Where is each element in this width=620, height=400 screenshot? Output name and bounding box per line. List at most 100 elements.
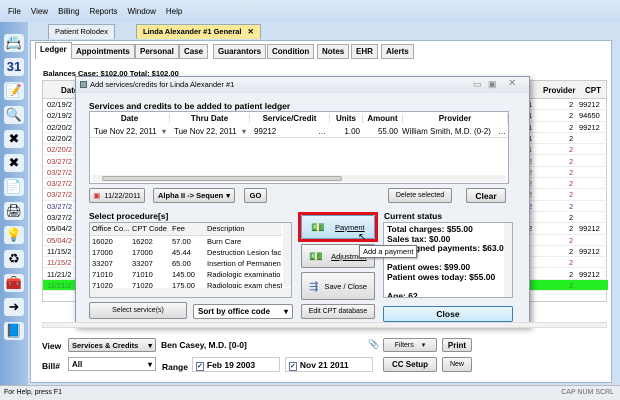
- filters-button[interactable]: Filters ▾: [383, 338, 437, 352]
- current-status-label: Current status: [384, 211, 443, 221]
- service-browse-icon[interactable]: …: [318, 127, 326, 136]
- range-from[interactable]: ✓ Feb 19 2003: [192, 357, 280, 372]
- maximize-icon[interactable]: ▣: [488, 79, 497, 90]
- new-button[interactable]: New: [442, 357, 472, 372]
- sort-select-value: Alpha II -> Sequen: [158, 191, 224, 200]
- close-icon[interactable]: ✕: [508, 78, 516, 89]
- ledger-scrollbar[interactable]: [42, 322, 607, 328]
- lightbulb-icon[interactable]: 💡: [4, 226, 24, 244]
- go-button[interactable]: GO: [244, 188, 267, 203]
- view-value: Services & Credits: [72, 340, 139, 350]
- service-field[interactable]: 99212: [254, 127, 276, 136]
- checkbox-checked[interactable]: ✓: [289, 362, 297, 371]
- proc-cell: 145.00: [172, 269, 195, 279]
- date-picker-button[interactable]: ▣ 11/22/2011: [89, 188, 145, 203]
- cell-provider: 2: [569, 167, 574, 177]
- procedure-row[interactable]: 33207 33207 65.00 Insertion of Permanen: [90, 258, 282, 269]
- tab-case[interactable]: Case: [179, 44, 209, 59]
- print-button[interactable]: Print: [442, 338, 472, 352]
- tab-ledger[interactable]: Ledger: [35, 42, 72, 59]
- save-close-button[interactable]: ⇶ Save / Close: [301, 272, 375, 300]
- proc-cell: 17000: [132, 247, 153, 257]
- proc-cell: 45.44: [172, 247, 191, 257]
- menu-window[interactable]: Window: [127, 7, 155, 16]
- cc-setup-button[interactable]: CC Setup: [383, 357, 437, 372]
- tab-alerts[interactable]: Alerts: [381, 44, 414, 59]
- vertical-scrollbar[interactable]: [283, 223, 291, 287]
- provider-field[interactable]: William Smith, M.D. (0-2): [402, 127, 491, 136]
- doc-tab[interactable]: Linda Alexander #1 General ✕: [136, 24, 261, 39]
- menu-billing[interactable]: Billing: [58, 7, 79, 16]
- range-to[interactable]: ✓ Nov 21 2011: [285, 357, 373, 372]
- tab-condition[interactable]: Condition: [267, 44, 315, 59]
- search-icon[interactable]: 🔍: [4, 106, 24, 124]
- select-procedures-label: Select procedure[s]: [89, 211, 169, 221]
- tab-ehr[interactable]: EHR: [351, 44, 378, 59]
- scroll-thumb[interactable]: [102, 176, 342, 181]
- procedure-row[interactable]: 16020 16202 57.00 Burn Care: [90, 235, 282, 247]
- printer-icon[interactable]: 🖨: [4, 202, 24, 220]
- delete-icon[interactable]: ✖: [4, 130, 24, 148]
- cell-date: 05/04/2: [47, 224, 73, 234]
- close-icon[interactable]: ✕: [248, 27, 254, 36]
- menu-help[interactable]: Help: [166, 7, 182, 16]
- tab-personal[interactable]: Personal: [135, 44, 179, 59]
- bill-select[interactable]: All ▾: [68, 357, 156, 371]
- cell-date: 03/27/2: [47, 201, 73, 211]
- units-field[interactable]: 1.00: [340, 127, 360, 136]
- proc-header: Description: [207, 224, 245, 234]
- save-close-label: Save / Close: [324, 281, 367, 291]
- toolbox-icon[interactable]: 🧰: [4, 274, 24, 292]
- proc-cell: Insertion of Permanen: [207, 258, 281, 268]
- chevron-down-icon: ▾: [148, 340, 152, 350]
- notes-icon[interactable]: 📝: [4, 82, 24, 100]
- doc-tab[interactable]: Patient Rolodex: [48, 24, 115, 39]
- grid-header: Thru Date: [170, 114, 250, 123]
- date-field[interactable]: Tue Nov 22, 2011: [94, 127, 157, 136]
- provider-browse-icon[interactable]: …: [498, 127, 506, 136]
- range-label: Range: [162, 362, 188, 372]
- date-dropdown-icon[interactable]: ▾: [162, 127, 166, 136]
- procedures-list[interactable]: Office Co... CPT Code Fee Description 16020 1…: [89, 222, 292, 298]
- menu-reports[interactable]: Reports: [89, 7, 117, 16]
- document-icon[interactable]: 📄: [4, 178, 24, 196]
- proc-cell: 71010: [92, 269, 113, 279]
- tab-appointments[interactable]: Appointments: [71, 44, 135, 59]
- contacts-icon[interactable]: 📇: [4, 34, 24, 52]
- menu-view[interactable]: View: [31, 7, 48, 16]
- thru-dropdown-icon[interactable]: ▾: [242, 127, 246, 136]
- tab-guarantors[interactable]: Guarantors: [213, 44, 267, 59]
- proc-cell: 71010: [132, 269, 153, 279]
- thru-date-field[interactable]: Tue Nov 22, 2011: [174, 127, 237, 136]
- services-row[interactable]: Tue Nov 22, 2011 ▾ Tue Nov 22, 2011 ▾ 99…: [90, 125, 508, 138]
- sort-select[interactable]: Alpha II -> Sequen ▾: [153, 188, 235, 203]
- status-line: Age: 62: [387, 290, 418, 298]
- amount-field[interactable]: 55.00: [368, 127, 398, 136]
- tab-notes[interactable]: Notes: [317, 44, 350, 59]
- header-cpt: CPT: [585, 86, 601, 95]
- procedure-row[interactable]: 17000 17000 45.44 Destruction Lesion fac: [90, 247, 282, 258]
- delete-window-icon[interactable]: ✖: [4, 154, 24, 172]
- status-bar: For Help, press F1 CAP NUM SCRL: [0, 385, 620, 400]
- view-select[interactable]: Services & Credits ▾: [68, 338, 156, 352]
- select-services-button[interactable]: Select service(s): [89, 302, 187, 319]
- horizontal-scrollbar[interactable]: [92, 175, 506, 182]
- minimize-icon[interactable]: ▭: [473, 79, 482, 90]
- exit-icon[interactable]: ➜: [4, 298, 24, 316]
- book-icon[interactable]: 📘: [4, 322, 24, 340]
- procedure-row[interactable]: 71010 71010 145.00 Radiologic examinatio: [90, 269, 282, 280]
- edit-cpt-button[interactable]: Edit CPT database: [301, 304, 375, 319]
- add-services-dialog: Add services/credits for Linda Alexander…: [75, 76, 530, 326]
- vertical-scrollbar[interactable]: [504, 223, 512, 297]
- cell-date: 05/04/2: [47, 235, 73, 245]
- delete-selected-button[interactable]: Delete selected: [388, 188, 452, 203]
- paperclip-icon[interactable]: 📎: [368, 339, 379, 350]
- checkbox-checked[interactable]: ✓: [196, 362, 204, 371]
- sort-by-select[interactable]: Sort by office code ▾: [193, 304, 293, 319]
- close-button[interactable]: Close: [383, 306, 513, 322]
- horizontal-scrollbar[interactable]: [90, 288, 291, 297]
- calendar-icon[interactable]: 31: [4, 58, 24, 76]
- clear-button[interactable]: Clear: [466, 188, 506, 203]
- menu-file[interactable]: File: [8, 7, 21, 16]
- recycle-icon[interactable]: ♻: [4, 250, 24, 268]
